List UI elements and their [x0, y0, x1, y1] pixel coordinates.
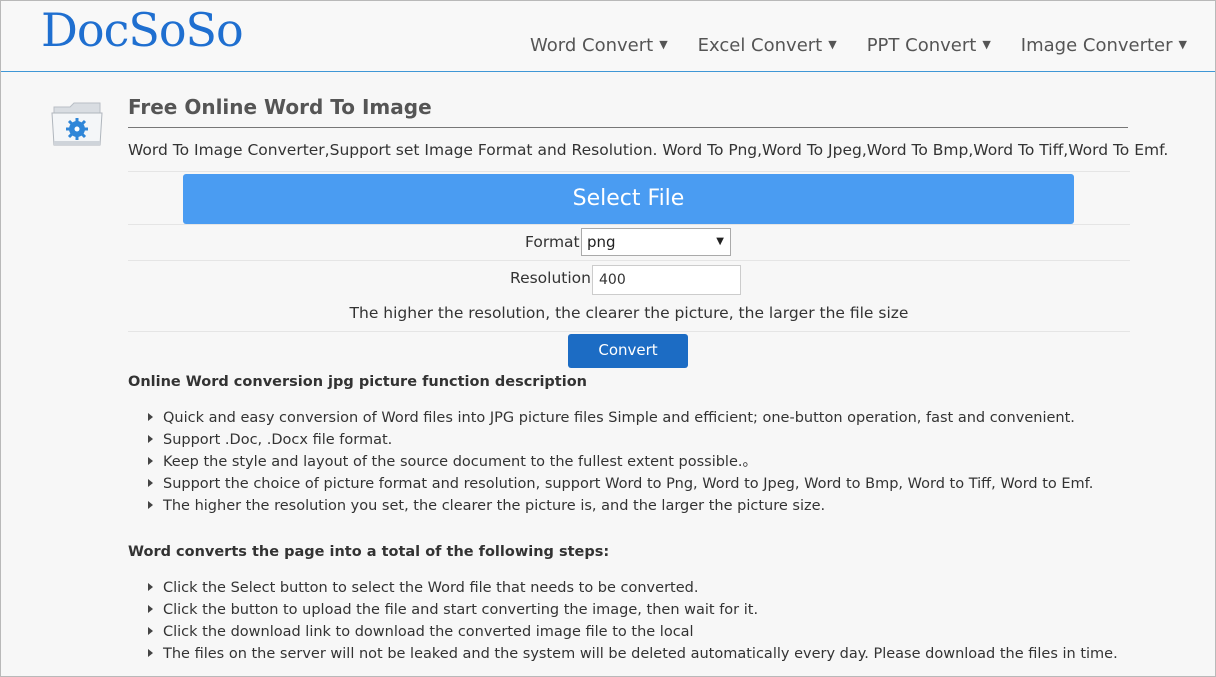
list-item: Keep the style and layout of the source … [148, 451, 1093, 473]
list-item-text: Click the download link to download the … [163, 624, 694, 640]
page-subtitle: Word To Image Converter,Support set Imag… [128, 141, 1169, 159]
divider [128, 224, 1130, 225]
settings-folder-icon [51, 102, 103, 146]
bullet-triangle-icon [148, 627, 153, 635]
nav-excel-convert[interactable]: Excel Convert ▼ [698, 35, 837, 56]
dropdown-arrow-icon: ▼ [716, 236, 724, 247]
nav-image-converter-label: Image Converter [1020, 35, 1173, 56]
bullet-triangle-icon [148, 479, 153, 487]
list-item-text: Keep the style and layout of the source … [163, 454, 757, 470]
bullet-triangle-icon [148, 435, 153, 443]
format-select-value: png [587, 233, 616, 251]
nav-ppt-convert-label: PPT Convert [866, 35, 977, 56]
description-list: Quick and easy conversion of Word files … [148, 407, 1093, 517]
page-title: Free Online Word To Image [128, 95, 1128, 128]
nav-word-convert-label: Word Convert [530, 35, 654, 56]
nav-excel-convert-label: Excel Convert [697, 35, 823, 56]
resolution-label: Resolution [510, 269, 591, 287]
list-item: Click the Select button to select the Wo… [148, 577, 1118, 599]
divider [128, 171, 1130, 172]
nav-ppt-convert[interactable]: PPT Convert ▼ [867, 35, 991, 56]
nav-image-converter[interactable]: Image Converter ▼ [1021, 35, 1187, 56]
description-heading: Online Word conversion jpg picture funct… [128, 374, 587, 390]
list-item-text: Support the choice of picture format and… [163, 476, 1094, 492]
bullet-triangle-icon [148, 457, 153, 465]
list-item: Click the button to upload the file and … [148, 599, 1118, 621]
caret-down-icon: ▼ [828, 38, 837, 51]
caret-down-icon: ▼ [982, 38, 991, 51]
list-item-text: Click the button to upload the file and … [163, 602, 759, 618]
list-item: Support .Doc, .Docx file format. [148, 429, 1093, 451]
list-item: The files on the server will not be leak… [148, 643, 1118, 665]
main-nav: Word Convert ▼ Excel Convert ▼ PPT Convert… [530, 35, 1187, 56]
bullet-triangle-icon [148, 649, 153, 657]
caret-down-icon: ▼ [1178, 38, 1187, 51]
site-logo[interactable]: DocSoSo [41, 3, 244, 57]
format-select[interactable]: png ▼ [581, 228, 731, 256]
list-item-text: The higher the resolution you set, the c… [163, 498, 826, 514]
caret-down-icon: ▼ [659, 38, 668, 51]
divider [128, 331, 1130, 332]
nav-word-convert[interactable]: Word Convert ▼ [530, 35, 668, 56]
bullet-triangle-icon [148, 501, 153, 509]
site-header: DocSoSo Word Convert ▼ Excel Convert ▼ PPT… [1, 1, 1215, 72]
steps-list: Click the Select button to select the Wo… [148, 577, 1118, 665]
list-item-text: Quick and easy conversion of Word files … [163, 410, 1075, 426]
list-item: Quick and easy conversion of Word files … [148, 407, 1093, 429]
select-file-button[interactable]: Select File [183, 174, 1074, 224]
list-item-text: Click the Select button to select the Wo… [163, 580, 699, 596]
divider [128, 260, 1130, 261]
resolution-hint: The higher the resolution, the clearer t… [349, 304, 909, 322]
convert-button[interactable]: Convert [568, 334, 688, 368]
bullet-triangle-icon [148, 583, 153, 591]
list-item: Support the choice of picture format and… [148, 473, 1093, 495]
steps-heading: Word converts the page into a total of t… [128, 544, 610, 560]
list-item: The higher the resolution you set, the c… [148, 495, 1093, 517]
list-item-text: Support .Doc, .Docx file format. [163, 432, 393, 448]
list-item: Click the download link to download the … [148, 621, 1118, 643]
resolution-input[interactable]: 400 [592, 265, 741, 295]
bullet-triangle-icon [148, 413, 153, 421]
bullet-triangle-icon [148, 605, 153, 613]
format-label: Format [525, 233, 580, 251]
list-item-text: The files on the server will not be leak… [163, 646, 1118, 662]
